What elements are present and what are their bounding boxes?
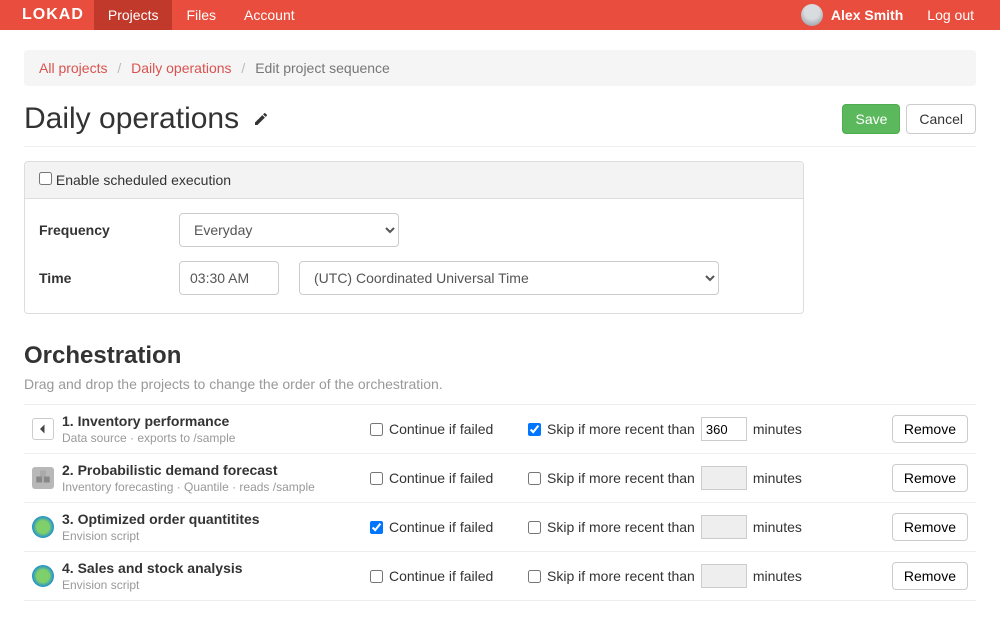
orchestration-help: Drag and drop the projects to change the… [24,376,976,392]
enable-scheduled-checkbox[interactable] [39,172,52,185]
row-subtitle: Data source · exports to /sample [62,431,362,445]
time-input[interactable] [179,261,279,295]
skip-if-recent-label: Skip if more recent than [547,568,695,584]
continue-if-failed-checkbox[interactable] [370,521,383,534]
timezone-select[interactable]: (UTC) Coordinated Universal Time [299,261,719,295]
continue-if-failed-label: Continue if failed [389,519,493,535]
skip-if-recent-checkbox[interactable] [528,423,541,436]
row-icon [32,418,54,440]
remove-button[interactable]: Remove [892,513,968,541]
minutes-label: minutes [753,470,802,486]
continue-if-failed-checkbox[interactable] [370,423,383,436]
save-button[interactable]: Save [842,104,900,134]
orchestration-list: 1. Inventory performance Data source · e… [24,404,976,601]
brand-logo[interactable]: LOKAD [12,0,94,30]
remove-button[interactable]: Remove [892,562,968,590]
time-label: Time [39,270,179,286]
minutes-label: minutes [753,568,802,584]
row-subtitle: Envision script [62,529,362,543]
remove-button[interactable]: Remove [892,464,968,492]
minutes-label: minutes [753,421,802,437]
breadcrumb-sep: / [235,60,251,76]
breadcrumb-sep: / [111,60,127,76]
row-subtitle: Inventory forecasting · Quantile · reads… [62,480,362,494]
nav-files[interactable]: Files [172,0,230,30]
continue-if-failed-label: Continue if failed [389,470,493,486]
continue-if-failed-checkbox[interactable] [370,472,383,485]
continue-if-failed-checkbox[interactable] [370,570,383,583]
row-title: 2. Probabilistic demand forecast [62,462,362,478]
schedule-panel: Enable scheduled execution Frequency Eve… [24,161,804,314]
skip-if-recent-label: Skip if more recent than [547,519,695,535]
orchestration-row[interactable]: 2. Probabilistic demand forecast Invento… [24,454,976,503]
orchestration-row[interactable]: 1. Inventory performance Data source · e… [24,405,976,454]
skip-if-recent-label: Skip if more recent than [547,421,695,437]
breadcrumb-all-projects[interactable]: All projects [39,60,107,76]
enable-scheduled-label[interactable]: Enable scheduled execution [39,172,231,188]
frequency-label: Frequency [39,222,179,238]
row-icon [32,467,54,489]
breadcrumb: All projects / Daily operations / Edit p… [24,50,976,86]
user-name: Alex Smith [831,7,903,23]
nav-logout[interactable]: Log out [913,0,988,30]
continue-if-failed-label: Continue if failed [389,421,493,437]
frequency-select[interactable]: Everyday [179,213,399,247]
cancel-button[interactable]: Cancel [906,104,976,134]
page-title: Daily operations [24,102,239,136]
orchestration-row[interactable]: 3. Optimized order quantitites Envision … [24,503,976,552]
breadcrumb-current: Edit project sequence [255,60,390,76]
avatar [801,4,823,26]
continue-if-failed-label: Continue if failed [389,568,493,584]
edit-icon[interactable] [253,111,269,127]
breadcrumb-daily-operations[interactable]: Daily operations [131,60,231,76]
row-icon [32,516,54,538]
minutes-label: minutes [753,519,802,535]
skip-if-recent-checkbox[interactable] [528,570,541,583]
row-title: 4. Sales and stock analysis [62,560,362,576]
minutes-input[interactable] [701,417,747,441]
row-title: 3. Optimized order quantitites [62,511,362,527]
minutes-input[interactable] [701,515,747,539]
row-subtitle: Envision script [62,578,362,592]
minutes-input[interactable] [701,564,747,588]
row-title: 1. Inventory performance [62,413,362,429]
skip-if-recent-checkbox[interactable] [528,472,541,485]
nav-account[interactable]: Account [230,0,309,30]
row-icon [32,565,54,587]
remove-button[interactable]: Remove [892,415,968,443]
navbar: LOKAD Projects Files Account Alex Smith … [0,0,1000,30]
minutes-input[interactable] [701,466,747,490]
skip-if-recent-checkbox[interactable] [528,521,541,534]
skip-if-recent-label: Skip if more recent than [547,470,695,486]
orchestration-title: Orchestration [24,342,976,370]
nav-user[interactable]: Alex Smith [791,0,913,30]
nav-projects[interactable]: Projects [94,0,173,30]
